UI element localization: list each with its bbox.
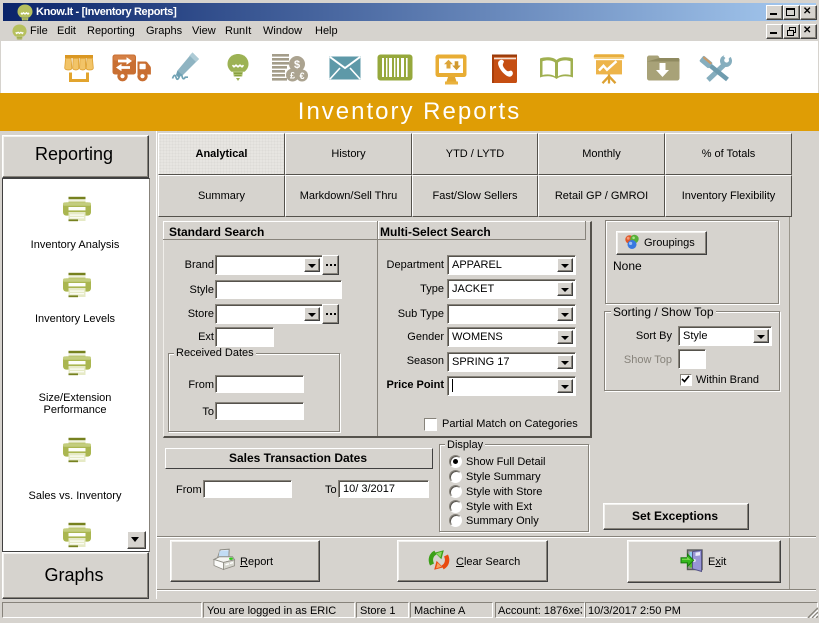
svg-text:€: € xyxy=(299,71,304,81)
svg-text:£: £ xyxy=(290,71,295,81)
